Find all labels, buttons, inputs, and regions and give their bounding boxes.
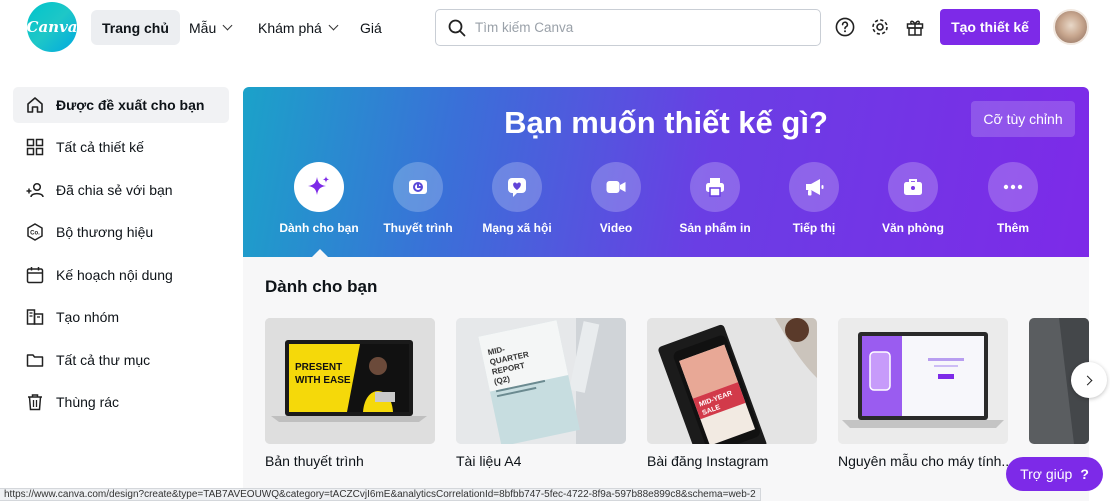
- trash-icon: [25, 392, 45, 412]
- sidebar-item-create-team[interactable]: Tạo nhóm: [13, 299, 229, 335]
- sidebar-item-all-designs[interactable]: Tất cả thiết kế: [13, 129, 229, 165]
- card-label-presentation[interactable]: Bản thuyết trình: [265, 453, 364, 469]
- search-box[interactable]: [435, 9, 821, 46]
- avatar[interactable]: [1053, 9, 1089, 45]
- category-for-you[interactable]: Dành cho bạn: [269, 162, 369, 235]
- nav-home[interactable]: Trang chủ: [91, 10, 180, 45]
- hero-banner: Bạn muốn thiết kế gì? Cỡ tùy chỉnh Dành …: [243, 87, 1089, 257]
- brand-kit-icon: Co.: [25, 222, 45, 242]
- presentation-icon: [393, 162, 443, 212]
- category-print[interactable]: Sản phẩm in: [665, 162, 765, 235]
- search-input[interactable]: [475, 20, 795, 35]
- hero-title: Bạn muốn thiết kế gì?: [504, 105, 828, 140]
- svg-text:PRESENT: PRESENT: [295, 362, 342, 373]
- category-office[interactable]: Văn phòng: [863, 162, 963, 235]
- card-label-instagram-post[interactable]: Bài đăng Instagram: [647, 453, 768, 469]
- presentation-thumbnail: PRESENT WITH EASE: [265, 318, 435, 444]
- question-mark-icon: ?: [1080, 466, 1089, 482]
- sidebar-item-trash[interactable]: Thùng rác: [13, 384, 229, 420]
- active-category-pointer: [312, 249, 328, 257]
- gear-icon[interactable]: [869, 16, 891, 38]
- home-icon: [25, 95, 45, 115]
- megaphone-icon: [789, 162, 839, 212]
- desktop-mockup-thumbnail: [838, 318, 1008, 444]
- help-button[interactable]: Trợ giúp?: [1006, 457, 1103, 491]
- calendar-icon: [25, 265, 45, 285]
- folder-icon: [25, 350, 45, 370]
- category-more[interactable]: Thêm: [963, 162, 1063, 235]
- custom-size-button[interactable]: Cỡ tùy chỉnh: [971, 101, 1075, 137]
- heart-chat-icon: [492, 162, 542, 212]
- search-icon: [448, 19, 466, 36]
- briefcase-icon: [888, 162, 938, 212]
- create-design-button[interactable]: Tạo thiết kế: [940, 9, 1040, 45]
- chevron-down-icon: [328, 20, 339, 31]
- sidebar-item-content-planner[interactable]: Kế hoạch nội dung: [13, 257, 229, 293]
- sidebar-item-shared[interactable]: Đã chia sẻ với bạn: [13, 172, 229, 208]
- more-dots-icon: [988, 162, 1038, 212]
- card-label-a4-document[interactable]: Tài liệu A4: [456, 453, 521, 469]
- category-presentation[interactable]: Thuyết trình: [368, 162, 468, 235]
- gift-icon[interactable]: [904, 16, 926, 38]
- chevron-down-icon: [222, 20, 233, 31]
- chevron-right-icon: [1082, 375, 1093, 385]
- instagram-post-thumbnail: MID-YEAR SALE: [647, 318, 817, 444]
- team-icon: [25, 307, 45, 327]
- svg-text:Co.: Co.: [30, 231, 40, 237]
- a4-document-thumbnail: MID- QUARTER REPORT (Q2): [456, 318, 626, 444]
- card-label-desktop-mockup[interactable]: Nguyên mẫu cho máy tính...: [838, 453, 1013, 469]
- top-header: Canva Trang chủ Mẫu Khám phá Giá Tạo thi…: [0, 0, 1110, 56]
- sidebar-item-brand-kit[interactable]: Co. Bộ thương hiệu: [13, 214, 229, 250]
- template-card-instagram-post[interactable]: MID-YEAR SALE: [647, 318, 817, 444]
- scroll-right-button[interactable]: [1071, 362, 1107, 398]
- printer-icon: [690, 162, 740, 212]
- nav-discover[interactable]: Khám phá: [247, 10, 348, 45]
- template-card-a4-document[interactable]: MID- QUARTER REPORT (Q2): [456, 318, 626, 444]
- category-video[interactable]: Video: [566, 162, 666, 235]
- category-social-media[interactable]: Mạng xã hội: [467, 162, 567, 235]
- nav-pricing[interactable]: Giá: [349, 10, 393, 45]
- status-bar-url: https://www.canva.com/design?create&type…: [0, 488, 761, 501]
- shared-users-icon: [25, 180, 45, 200]
- category-marketing[interactable]: Tiếp thị: [764, 162, 864, 235]
- nav-templates[interactable]: Mẫu: [178, 10, 242, 45]
- svg-text:WITH EASE: WITH EASE: [295, 375, 351, 386]
- sidebar-item-recommended[interactable]: Được đề xuất cho bạn: [13, 87, 229, 123]
- grid-icon: [25, 137, 45, 157]
- template-card-presentation[interactable]: PRESENT WITH EASE: [265, 318, 435, 444]
- section-title: Dành cho bạn: [265, 277, 378, 296]
- canva-logo[interactable]: Canva: [27, 2, 78, 52]
- template-card-desktop-mockup[interactable]: [838, 318, 1008, 444]
- video-camera-icon: [591, 162, 641, 212]
- help-circle-icon[interactable]: [834, 16, 856, 38]
- sidebar-item-all-folders[interactable]: Tất cả thư mục: [13, 342, 229, 378]
- sparkle-icon: [294, 162, 344, 212]
